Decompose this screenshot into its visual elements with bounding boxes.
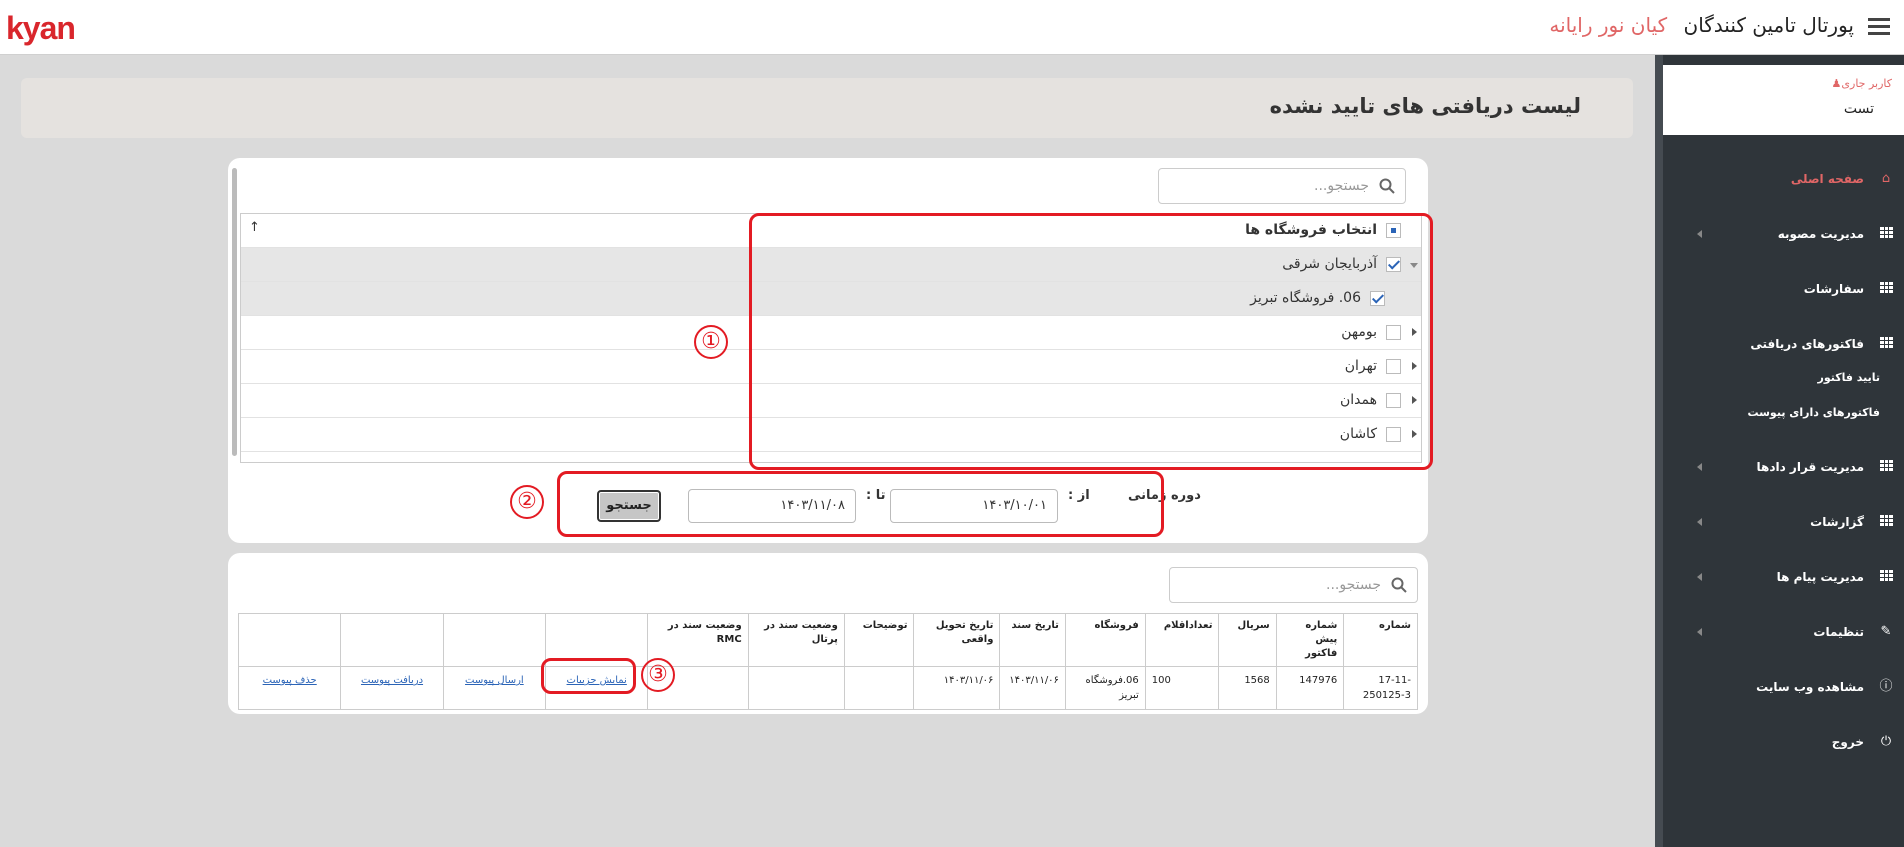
column-header[interactable]: فروشگاه — [1064, 613, 1146, 667]
table-cell — [843, 666, 915, 710]
sidebar-item-logout[interactable]: ⏻ خروج — [1663, 733, 1904, 755]
sidebar-item-view-website[interactable]: ⓘ مشاهده وب سایت — [1663, 678, 1904, 700]
send-attachment-link[interactable]: ارسال پیوست — [465, 675, 524, 686]
table-cell: ۱۴۰۳/۱۱/۰۶ — [913, 666, 1001, 710]
column-header[interactable]: تاریخ تحویل واقعی — [913, 613, 1001, 667]
search-icon — [1391, 577, 1407, 593]
chevron-left-icon — [1697, 573, 1702, 581]
results-panel: جستجو... شماره شماره پیش فاکتور سریال تع… — [228, 553, 1428, 714]
sidebar-item-reports[interactable]: گزارشات — [1663, 513, 1904, 535]
sidebar-subitem-invoices-with-attachments[interactable]: فاکتورهای دارای پیوست — [1663, 404, 1904, 424]
edit-icon: ✎ — [1880, 624, 1892, 639]
sort-up-icon[interactable]: ↑ — [249, 220, 260, 235]
grid-icon — [1878, 282, 1894, 296]
column-header-blank — [340, 613, 444, 667]
annotation-number-3: ③ — [641, 658, 675, 692]
user-icon: ♟ — [1831, 77, 1842, 90]
column-header[interactable]: شماره — [1343, 613, 1418, 667]
info-icon: ⓘ — [1879, 679, 1893, 694]
page-header: لیست دریافتی های تایید نشده — [21, 78, 1633, 138]
delete-attachment-link[interactable]: حذف پیوست — [263, 675, 317, 686]
column-header[interactable]: تعداداقلام — [1144, 613, 1220, 667]
sidebar-item-home[interactable]: ⌂ صفحه اصلی — [1663, 170, 1904, 192]
column-header-blank — [237, 613, 342, 667]
top-bar: kyan پورتال تامین کنندگان کیان نور رایان… — [0, 0, 1904, 55]
chevron-left-icon — [1697, 628, 1702, 636]
home-icon: ⌂ — [1881, 171, 1891, 186]
sidebar-item-settings[interactable]: ✎ تنظیمات — [1663, 623, 1904, 645]
table-cell — [747, 666, 845, 710]
grid-icon — [1878, 515, 1894, 529]
table-cell: 147976 — [1275, 666, 1345, 710]
table-cell: 1568 — [1218, 666, 1277, 710]
column-header[interactable]: وضعیت سند در پرتال — [747, 613, 845, 667]
current-user-name: تست — [1843, 101, 1874, 117]
results-table: شماره شماره پیش فاکتور سریال تعداداقلام … — [237, 613, 1418, 710]
power-icon: ⏻ — [1880, 734, 1892, 749]
chevron-left-icon — [1697, 463, 1702, 471]
chevron-left-icon — [1697, 230, 1702, 238]
table-cell: دریافت پیوست — [340, 666, 444, 710]
scrollbar[interactable] — [232, 168, 237, 456]
current-user-box: کاربر جاری♟ تست — [1663, 65, 1904, 135]
sidebar-item-messages[interactable]: مدیریت پیام ها — [1663, 568, 1904, 590]
sidebar: کاربر جاری♟ تست ⌂ صفحه اصلی مدیریت مصوبه… — [1655, 55, 1904, 847]
chevron-left-icon — [1697, 518, 1702, 526]
sidebar-item-received-invoices[interactable]: فاکتورهای دریافتی — [1663, 335, 1904, 357]
company-name: کیان نور رایانه — [1549, 13, 1668, 37]
table-cell: 17-11-250125-3 — [1343, 666, 1418, 710]
sidebar-item-orders[interactable]: سفارشات — [1663, 280, 1904, 302]
page-title: لیست دریافتی های تایید نشده — [1269, 94, 1581, 118]
annotation-number-1: ① — [694, 325, 728, 359]
table-cell: 06.فروشگاه تبریز — [1064, 666, 1146, 710]
sidebar-subitem-approve-invoice[interactable]: تایید فاکتور — [1663, 369, 1904, 389]
portal-title: پورتال تامین کنندگان کیان نور رایانه — [1549, 13, 1854, 37]
receive-attachment-link[interactable]: دریافت پیوست — [361, 675, 423, 686]
logo[interactable]: kyan — [6, 10, 76, 47]
grid-icon — [1878, 227, 1894, 241]
grid-icon — [1878, 570, 1894, 584]
sidebar-item-approvals[interactable]: مدیریت مصوبه — [1663, 225, 1904, 247]
current-user-label: کاربر جاری♟ — [1831, 77, 1892, 90]
column-header-blank — [442, 613, 547, 667]
portal-title-text: پورتال تامین کنندگان — [1683, 13, 1855, 37]
annotation-box-2 — [557, 471, 1164, 537]
annotation-number-2: ② — [510, 485, 544, 519]
table-cell: 100 — [1144, 666, 1220, 710]
column-header[interactable]: سریال — [1218, 613, 1277, 667]
search-icon — [1379, 178, 1395, 194]
annotation-box-1 — [749, 213, 1433, 470]
column-header[interactable]: شماره پیش فاکتور — [1275, 613, 1345, 667]
grid-icon — [1878, 337, 1894, 351]
tree-search-input[interactable]: جستجو... — [1158, 168, 1406, 204]
sidebar-item-contracts[interactable]: مدیریت قرار دادها — [1663, 458, 1904, 480]
table-cell: حذف پیوست — [237, 666, 342, 710]
hamburger-menu-icon[interactable] — [1868, 18, 1890, 36]
grid-icon — [1878, 460, 1894, 474]
column-header[interactable]: تاریخ سند — [999, 613, 1066, 667]
table-cell: ارسال پیوست — [442, 666, 547, 710]
results-search-input[interactable]: جستجو... — [1169, 567, 1418, 603]
column-header[interactable]: توضیحات — [843, 613, 915, 667]
table-cell: ۱۴۰۳/۱۱/۰۶ — [999, 666, 1066, 710]
table-row: 17-11-250125-3 147976 1568 100 06.فروشگا… — [237, 666, 1418, 710]
table-header-row: شماره شماره پیش فاکتور سریال تعداداقلام … — [237, 613, 1418, 667]
annotation-box-3 — [541, 658, 636, 694]
